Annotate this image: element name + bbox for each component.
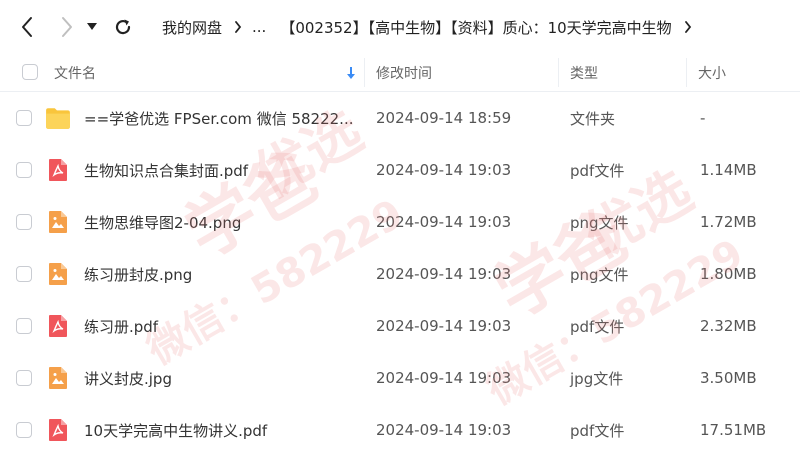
breadcrumb-separator-icon: [234, 21, 242, 33]
column-divider: [558, 58, 559, 87]
file-size: 3.50MB: [700, 369, 757, 387]
file-type: png文件: [570, 213, 629, 232]
file-type: jpg文件: [570, 369, 624, 388]
row-checkbox[interactable]: [16, 110, 32, 126]
row-checkbox[interactable]: [16, 266, 32, 282]
file-size: 17.51MB: [700, 421, 767, 439]
file-type: 文件夹: [570, 109, 616, 128]
row-checkbox[interactable]: [16, 162, 32, 178]
breadcrumb-ellipsis[interactable]: ...: [252, 18, 266, 36]
file-modified: 2024-09-14 19:03: [376, 213, 512, 231]
file-size: -: [700, 109, 706, 127]
table-row[interactable]: 讲义封皮.jpg 2024-09-14 19:03 jpg文件 3.50MB: [0, 352, 800, 404]
row-checkbox[interactable]: [16, 422, 32, 438]
file-name[interactable]: 10天学完高中生物讲义.pdf: [84, 404, 354, 456]
table-row[interactable]: ==学爸优选 FPSer.com 微信 58222... 2024-09-14 …: [0, 92, 800, 144]
file-name[interactable]: 生物思维导图2-04.png: [84, 196, 354, 248]
file-type: pdf文件: [570, 161, 625, 180]
file-type: pdf文件: [570, 317, 625, 336]
file-name[interactable]: ==学爸优选 FPSer.com 微信 58222...: [84, 92, 354, 144]
table-row[interactable]: 练习册封皮.png 2024-09-14 19:03 png文件 1.80MB: [0, 248, 800, 300]
breadcrumb-root[interactable]: 我的网盘: [162, 17, 222, 38]
column-header-type[interactable]: 类型: [570, 54, 598, 91]
breadcrumb-current[interactable]: 【002352】【高中生物】【资料】质心：10天学完高中生物: [280, 17, 671, 38]
refresh-icon: [115, 19, 131, 35]
file-modified: 2024-09-14 18:59: [376, 109, 512, 127]
file-type: pdf文件: [570, 421, 625, 440]
pdf-icon: [49, 159, 67, 181]
table-header: 文件名 修改时间 类型 大小: [0, 54, 800, 92]
history-dropdown-button[interactable]: [82, 12, 102, 42]
image-icon: [49, 263, 67, 285]
column-header-size[interactable]: 大小: [698, 54, 726, 91]
table-row[interactable]: 生物知识点合集封面.pdf 2024-09-14 19:03 pdf文件 1.1…: [0, 144, 800, 196]
file-name[interactable]: 生物知识点合集封面.pdf: [84, 144, 354, 196]
column-header-modified[interactable]: 修改时间: [376, 54, 432, 91]
row-checkbox[interactable]: [16, 318, 32, 334]
file-size: 1.14MB: [700, 161, 757, 179]
forward-button[interactable]: [52, 12, 82, 42]
chevron-left-icon: [22, 17, 32, 37]
file-size: 1.72MB: [700, 213, 757, 231]
image-icon: [49, 211, 67, 233]
pdf-icon: [49, 315, 67, 337]
file-name[interactable]: 讲义封皮.jpg: [84, 352, 354, 404]
file-modified: 2024-09-14 19:03: [376, 265, 512, 283]
breadcrumb-more-icon[interactable]: [684, 21, 692, 33]
pdf-icon: [49, 419, 67, 441]
file-modified: 2024-09-14 19:03: [376, 161, 512, 179]
table-row[interactable]: 10天学完高中生物讲义.pdf 2024-09-14 19:03 pdf文件 1…: [0, 404, 800, 456]
file-type: png文件: [570, 265, 629, 284]
breadcrumb: 我的网盘 ... 【002352】【高中生物】【资料】质心：10天学完高中生物: [162, 0, 702, 54]
column-header-name[interactable]: 文件名: [54, 54, 96, 91]
table-row[interactable]: 生物思维导图2-04.png 2024-09-14 19:03 png文件 1.…: [0, 196, 800, 248]
folder-icon: [46, 108, 70, 129]
file-name[interactable]: 练习册.pdf: [84, 300, 354, 352]
file-modified: 2024-09-14 19:03: [376, 317, 512, 335]
column-divider: [686, 58, 687, 87]
row-checkbox[interactable]: [16, 214, 32, 230]
table-row[interactable]: 练习册.pdf 2024-09-14 19:03 pdf文件 2.32MB: [0, 300, 800, 352]
chevron-right-icon: [62, 17, 72, 37]
file-modified: 2024-09-14 19:03: [376, 369, 512, 387]
navigation-bar: 我的网盘 ... 【002352】【高中生物】【资料】质心：10天学完高中生物: [0, 0, 800, 54]
select-all-checkbox[interactable]: [22, 64, 38, 80]
back-button[interactable]: [12, 12, 42, 42]
row-checkbox[interactable]: [16, 370, 32, 386]
column-divider: [364, 58, 365, 87]
file-size: 2.32MB: [700, 317, 757, 335]
file-modified: 2024-09-14 19:03: [376, 421, 512, 439]
image-icon: [49, 367, 67, 389]
file-name[interactable]: 练习册封皮.png: [84, 248, 354, 300]
caret-down-icon: [87, 23, 97, 30]
file-size: 1.80MB: [700, 265, 757, 283]
sort-down-arrow-icon[interactable]: [346, 54, 356, 91]
refresh-button[interactable]: [108, 12, 138, 42]
